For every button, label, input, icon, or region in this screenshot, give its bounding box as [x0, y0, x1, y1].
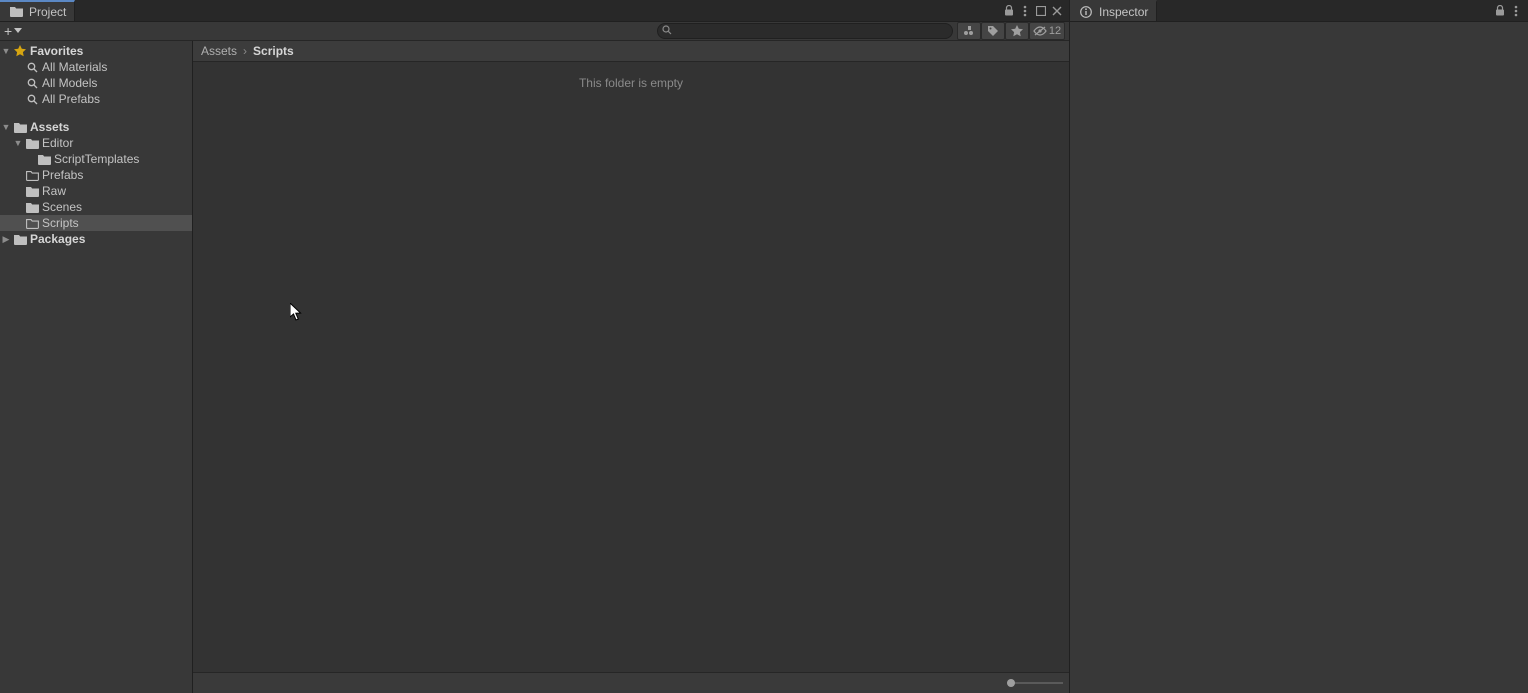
close-icon[interactable] — [1049, 1, 1065, 21]
tree-favorite-item[interactable]: ▶ All Materials — [0, 59, 192, 75]
project-window-controls — [1001, 0, 1069, 21]
folder-icon — [24, 138, 40, 149]
folder-icon — [12, 234, 28, 245]
tree-folder-prefabs[interactable]: ▶ Prefabs — [0, 167, 192, 183]
folder-icon — [12, 122, 28, 133]
plus-icon: + — [4, 25, 12, 37]
create-row: + — [0, 22, 1069, 41]
status-bar — [193, 672, 1069, 693]
search-icon — [24, 94, 40, 105]
tab-inspector[interactable]: Inspector — [1070, 0, 1157, 21]
lock-icon[interactable] — [1001, 1, 1017, 21]
tree-folder-scenes[interactable]: ▶ Scenes — [0, 199, 192, 215]
inspector-window-controls — [1492, 0, 1528, 21]
project-tab-bar: Project — [0, 0, 1069, 22]
info-icon — [1078, 6, 1094, 18]
tree-packages[interactable]: ▶ Packages — [0, 231, 192, 247]
folder-outline-icon — [24, 170, 40, 181]
tree-folder-scripttemplates[interactable]: ▶ ScriptTemplates — [0, 151, 192, 167]
tab-inspector-label: Inspector — [1099, 5, 1148, 19]
eye-off-icon — [1033, 26, 1047, 36]
search-by-label-button[interactable] — [981, 22, 1005, 40]
folder-content[interactable]: This folder is empty — [193, 62, 1069, 672]
tab-project[interactable]: Project — [0, 0, 75, 21]
maximize-icon[interactable] — [1033, 1, 1049, 21]
project-main: Assets › Scripts This folder is empty — [193, 41, 1069, 693]
search-input[interactable] — [657, 23, 953, 39]
tree-favorites[interactable]: ▼ Favorites — [0, 43, 192, 59]
favorites-label: Favorites — [28, 44, 83, 58]
chevron-right-icon: › — [243, 44, 247, 58]
star-icon — [12, 45, 28, 57]
breadcrumb-root[interactable]: Assets — [201, 44, 237, 58]
packages-label: Packages — [28, 232, 85, 246]
folder-icon — [36, 154, 52, 165]
hidden-count: 12 — [1049, 25, 1061, 37]
tree-folder-editor[interactable]: ▼ Editor — [0, 135, 192, 151]
tree-favorite-item[interactable]: ▶ All Models — [0, 75, 192, 91]
zoom-slider[interactable] — [1001, 682, 1063, 684]
assets-label: Assets — [28, 120, 69, 134]
save-search-button[interactable] — [1005, 22, 1029, 40]
breadcrumb-current[interactable]: Scripts — [253, 44, 294, 58]
folder-icon — [24, 186, 40, 197]
hidden-packages-button[interactable]: 12 — [1029, 22, 1065, 40]
tree-favorite-item[interactable]: ▶ All Prefabs — [0, 91, 192, 107]
search-icon — [24, 78, 40, 89]
tree-assets[interactable]: ▼ Assets — [0, 119, 192, 135]
chevron-down-icon — [14, 28, 22, 34]
chevron-down-icon: ▼ — [0, 46, 12, 56]
folder-icon — [8, 6, 24, 17]
chevron-right-icon: ▶ — [0, 234, 12, 245]
search-icon — [24, 62, 40, 73]
chevron-down-icon: ▼ — [12, 138, 24, 148]
tree-folder-raw[interactable]: ▶ Raw — [0, 183, 192, 199]
kebab-icon[interactable] — [1508, 1, 1524, 21]
tab-project-label: Project — [29, 5, 66, 19]
search-by-type-button[interactable] — [957, 22, 981, 40]
create-asset-button[interactable]: + — [4, 25, 22, 37]
project-tree: ▼ Favorites ▶ All Materials ▶ All M — [0, 41, 193, 693]
inspector-tab-bar: Inspector — [1070, 0, 1528, 22]
kebab-icon[interactable] — [1017, 1, 1033, 21]
folder-outline-icon — [24, 218, 40, 229]
tree-folder-scripts[interactable]: ▶ Scripts — [0, 215, 192, 231]
lock-icon[interactable] — [1492, 1, 1508, 21]
breadcrumb: Assets › Scripts — [193, 41, 1069, 62]
folder-icon — [24, 202, 40, 213]
project-panel: Project + — [0, 0, 1070, 693]
empty-folder-message: This folder is empty — [579, 76, 683, 90]
chevron-down-icon: ▼ — [0, 122, 12, 132]
inspector-panel: Inspector — [1070, 0, 1528, 693]
